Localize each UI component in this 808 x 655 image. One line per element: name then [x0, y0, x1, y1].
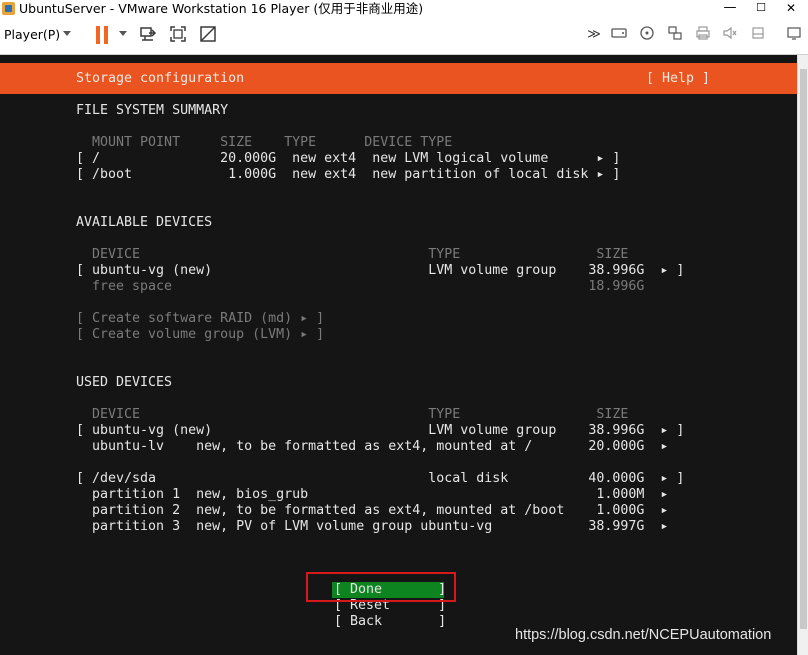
printer-icon[interactable] [693, 25, 713, 45]
scrollbar-thumb[interactable] [800, 69, 807, 629]
pause-icon[interactable] [96, 26, 110, 44]
cd-icon[interactable] [637, 25, 657, 45]
fs-row-root[interactable]: [ / 20.000G new ext4 new LVM logical vol… [76, 151, 620, 167]
used-row-ubuntu-lv[interactable]: ubuntu-lv new, to be formatted as ext4, … [76, 439, 668, 455]
used-row-partition-3[interactable]: partition 3 new, PV of LVM volume group … [76, 519, 668, 535]
window-titlebar[interactable]: UbuntuServer - VMware Workstation 16 Pla… [0, 0, 808, 17]
used-row-ubuntu-vg[interactable]: [ ubuntu-vg (new) LVM volume group 38.99… [76, 423, 684, 439]
watermark-text: https://blog.csdn.net/NCEPUautomation [515, 627, 772, 643]
send-ctrl-alt-del-icon[interactable] [138, 25, 158, 45]
used-row-partition-2[interactable]: partition 2 new, to be formatted as ext4… [76, 503, 668, 519]
unity-icon[interactable] [198, 25, 218, 45]
vertical-scrollbar[interactable] [797, 55, 808, 655]
maximize-button[interactable]: ☐ [746, 0, 776, 17]
create-volume-group-button[interactable]: [ Create volume group (LVM) ▸ ] [76, 327, 324, 343]
fullscreen-icon[interactable] [168, 25, 188, 45]
available-table-header: DEVICE TYPE SIZE [76, 247, 629, 262]
display-icon[interactable] [784, 25, 804, 45]
forward-icon[interactable]: ≫ [584, 25, 604, 45]
page-title: Storage configuration [76, 71, 245, 86]
back-button[interactable]: [ Back ] [334, 614, 446, 630]
usb-icon[interactable] [748, 25, 768, 45]
power-options-chevron-down-icon[interactable] [119, 31, 127, 36]
vmware-app-icon [2, 2, 15, 15]
sound-icon[interactable] [720, 25, 740, 45]
help-button[interactable]: [ Help ] [646, 71, 710, 87]
fs-table-header: MOUNT POINT SIZE TYPE DEVICE TYPE [76, 135, 453, 150]
used-devices-heading: USED DEVICES [76, 375, 173, 390]
create-raid-button[interactable]: [ Create software RAID (md) ▸ ] [76, 311, 324, 327]
close-button[interactable]: ✕ [776, 0, 806, 17]
player-menu[interactable]: Player(P) [4, 27, 60, 42]
vm-console-screen[interactable]: Storage configuration [ Help ] FILE SYST… [0, 55, 797, 655]
minimize-button[interactable]: — [715, 0, 745, 17]
player-toolbar: Player(P) ≫ [0, 17, 808, 55]
annotation-highlight-box [306, 572, 456, 602]
window-title: UbuntuServer - VMware Workstation 16 Pla… [19, 1, 424, 16]
available-devices-heading: AVAILABLE DEVICES [76, 215, 213, 230]
available-row-ubuntu-vg[interactable]: [ ubuntu-vg (new) LVM volume group 38.99… [76, 263, 684, 279]
free-space-row: free space 18.996G [76, 279, 645, 294]
used-row-partition-1[interactable]: partition 1 new, bios_grub 1.000M ▸ [76, 487, 668, 503]
fs-summary-heading: FILE SYSTEM SUMMARY [76, 103, 229, 118]
used-row-dev-sda[interactable]: [ /dev/sda local disk 40.000G ▸ ] [76, 471, 684, 487]
used-table-header: DEVICE TYPE SIZE [76, 407, 629, 422]
hard-disk-icon[interactable] [609, 25, 629, 45]
network-icon[interactable] [665, 25, 685, 45]
player-menu-chevron-down-icon[interactable] [63, 31, 71, 36]
fs-row-boot[interactable]: [ /boot 1.000G new ext4 new partition of… [76, 167, 620, 183]
